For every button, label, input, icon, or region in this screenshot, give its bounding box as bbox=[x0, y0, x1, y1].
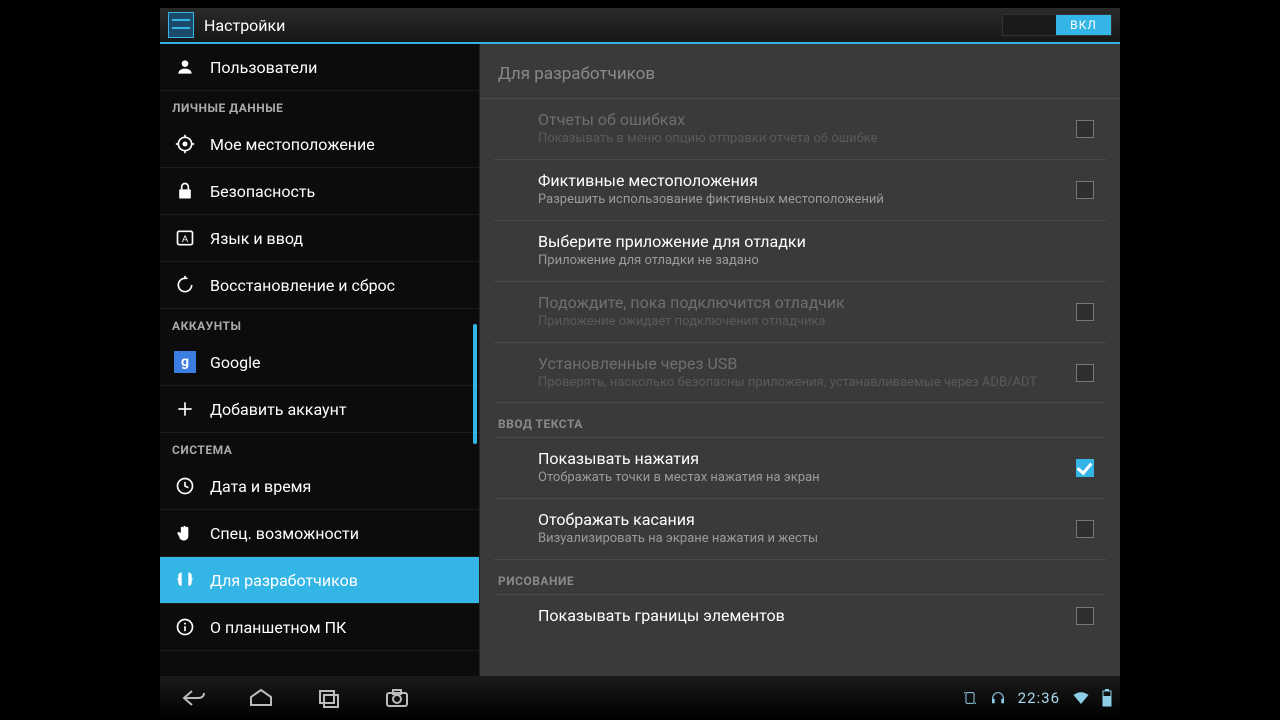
backup-icon bbox=[174, 274, 196, 296]
checkbox[interactable] bbox=[1076, 607, 1094, 625]
sidebar-item-users[interactable]: Пользователи bbox=[160, 44, 479, 91]
sidebar-item-label: Google bbox=[210, 353, 261, 372]
action-bar-title: Настройки bbox=[204, 16, 285, 35]
pref-title: Показывать границы элементов bbox=[538, 606, 1062, 625]
sidebar-scrollbar[interactable] bbox=[473, 324, 477, 444]
nav-buttons bbox=[168, 683, 416, 713]
sidebar-header-accounts: АККАУНТЫ bbox=[160, 309, 479, 339]
pref-verify-usb[interactable]: Установленные через USB Проверять, наско… bbox=[494, 343, 1106, 404]
pref-subtitle: Отображать точки в местах нажатия на экр… bbox=[538, 470, 1062, 487]
settings-app-icon bbox=[168, 12, 194, 38]
pref-subtitle: Приложение для отладки не задано bbox=[538, 253, 1062, 270]
sidebar-item-label: Безопасность bbox=[210, 182, 315, 201]
screen: Настройки ВКЛ Пользователи bbox=[160, 0, 1120, 720]
pref-title: Фиктивные местоположения bbox=[538, 171, 1062, 190]
sidebar-item-label: О планшетном ПК bbox=[210, 618, 346, 637]
sidebar-scroll[interactable]: Пользователи ЛИЧНЫЕ ДАННЫЕ Мое местополо… bbox=[160, 44, 479, 676]
checkbox[interactable] bbox=[1076, 520, 1094, 538]
sidebar-item-developer[interactable]: Для разработчиков bbox=[160, 557, 479, 604]
content-pane: Для разработчиков Отчеты об ошибках Пока… bbox=[480, 44, 1120, 676]
content-title: Для разработчиков bbox=[480, 44, 1120, 99]
sidebar-item-accessibility[interactable]: Спец. возможности bbox=[160, 510, 479, 557]
pref-title: Подождите, пока подключится отладчик bbox=[538, 293, 1062, 312]
pref-subtitle: Приложение ожидает подключения отладчика bbox=[538, 314, 1062, 331]
preference-list[interactable]: Отчеты об ошибках Показывать в меню опци… bbox=[480, 99, 1120, 676]
pref-wait-debugger[interactable]: Подождите, пока подключится отладчик При… bbox=[494, 282, 1106, 343]
language-icon: A bbox=[174, 227, 196, 249]
toggle-on-label: ВКЛ bbox=[1056, 15, 1111, 35]
sidebar-item-datetime[interactable]: Дата и время bbox=[160, 463, 479, 510]
sidebar-item-about[interactable]: О планшетном ПК bbox=[160, 604, 479, 651]
sidebar-item-language[interactable]: A Язык и ввод bbox=[160, 215, 479, 262]
checkbox[interactable] bbox=[1076, 120, 1094, 138]
status-area[interactable]: 22:36 bbox=[962, 689, 1112, 707]
google-icon: g bbox=[174, 351, 196, 373]
braces-icon bbox=[174, 569, 196, 591]
pref-title: Выберите приложение для отладки bbox=[538, 232, 1062, 251]
sidebar-header-system: СИСТЕМА bbox=[160, 433, 479, 463]
pref-title: Показывать нажатия bbox=[538, 449, 1062, 468]
pref-debug-app[interactable]: Выберите приложение для отладки Приложен… bbox=[494, 221, 1106, 282]
wifi-icon bbox=[1072, 690, 1090, 706]
plus-icon bbox=[174, 398, 196, 420]
sidebar-item-location[interactable]: Мое местоположение bbox=[160, 121, 479, 168]
clock-icon bbox=[174, 475, 196, 497]
checkbox-checked[interactable] bbox=[1076, 459, 1094, 477]
sidebar-item-label: Язык и ввод bbox=[210, 229, 303, 248]
device-frame: Настройки ВКЛ Пользователи bbox=[160, 8, 1120, 720]
category-input: ВВОД ТЕКСТА bbox=[494, 403, 1106, 438]
location-icon bbox=[174, 133, 196, 155]
sidebar-item-google[interactable]: g Google bbox=[160, 339, 479, 386]
checkbox[interactable] bbox=[1076, 364, 1094, 382]
sidebar-item-label: Для разработчиков bbox=[210, 571, 358, 590]
master-toggle[interactable]: ВКЛ bbox=[1002, 14, 1112, 36]
sidebar: Пользователи ЛИЧНЫЕ ДАННЫЕ Мое местополо… bbox=[160, 44, 480, 676]
info-icon bbox=[174, 616, 196, 638]
screenshot-button[interactable] bbox=[378, 683, 416, 713]
recent-apps-button[interactable] bbox=[310, 683, 348, 713]
pref-subtitle: Показывать в меню опцию отправки отчета … bbox=[538, 131, 1062, 148]
pref-subtitle: Проверять, насколько безопасны приложени… bbox=[538, 375, 1062, 392]
pref-subtitle: Визуализировать на экране нажатия и жест… bbox=[538, 531, 1062, 548]
headphones-icon bbox=[990, 690, 1006, 706]
pref-layout-bounds[interactable]: Показывать границы элементов bbox=[494, 595, 1106, 636]
pref-mock-locations[interactable]: Фиктивные местоположения Разрешить испол… bbox=[494, 160, 1106, 221]
pref-show-touches[interactable]: Показывать нажатия Отображать точки в ме… bbox=[494, 438, 1106, 499]
sidebar-item-label: Добавить аккаунт bbox=[210, 400, 347, 419]
sidebar-item-label: Мое местоположение bbox=[210, 135, 375, 154]
svg-text:A: A bbox=[182, 234, 189, 244]
clock-text: 22:36 bbox=[1018, 689, 1060, 707]
pref-title: Установленные через USB bbox=[538, 354, 1062, 373]
user-icon bbox=[174, 56, 196, 78]
sidebar-header-personal: ЛИЧНЫЕ ДАННЫЕ bbox=[160, 91, 479, 121]
sidebar-item-backup[interactable]: Восстановление и сброс bbox=[160, 262, 479, 309]
sidebar-list: Пользователи ЛИЧНЫЕ ДАННЫЕ Мое местополо… bbox=[160, 44, 479, 676]
two-pane: Пользователи ЛИЧНЫЕ ДАННЫЕ Мое местополо… bbox=[160, 44, 1120, 676]
category-drawing: РИСОВАНИЕ bbox=[494, 560, 1106, 595]
home-button[interactable] bbox=[242, 683, 280, 713]
sidebar-item-label: Спец. возможности bbox=[210, 524, 359, 543]
pref-title: Отображать касания bbox=[538, 510, 1062, 529]
sidebar-item-label: Дата и время bbox=[210, 477, 311, 496]
pref-title: Отчеты об ошибках bbox=[538, 110, 1062, 129]
back-button[interactable] bbox=[174, 683, 212, 713]
sidebar-item-security[interactable]: Безопасность bbox=[160, 168, 479, 215]
checkbox[interactable] bbox=[1076, 181, 1094, 199]
pref-pointer-location[interactable]: Отображать касания Визуализировать на эк… bbox=[494, 499, 1106, 560]
letterbox bbox=[160, 0, 1120, 8]
checkbox[interactable] bbox=[1076, 303, 1094, 321]
pref-bug-reports[interactable]: Отчеты об ошибках Показывать в меню опци… bbox=[494, 99, 1106, 160]
sidebar-item-label: Пользователи bbox=[210, 58, 317, 77]
battery-icon bbox=[1102, 689, 1112, 707]
pref-subtitle: Разрешить использование фиктивных местоп… bbox=[538, 192, 1062, 209]
sidebar-item-label: Восстановление и сброс bbox=[210, 276, 395, 295]
sidebar-item-add-account[interactable]: Добавить аккаунт bbox=[160, 386, 479, 433]
system-navbar: 22:36 bbox=[160, 676, 1120, 720]
rotation-lock-icon bbox=[962, 690, 978, 706]
lock-icon bbox=[174, 180, 196, 202]
action-bar: Настройки ВКЛ bbox=[160, 8, 1120, 44]
hand-icon bbox=[174, 522, 196, 544]
